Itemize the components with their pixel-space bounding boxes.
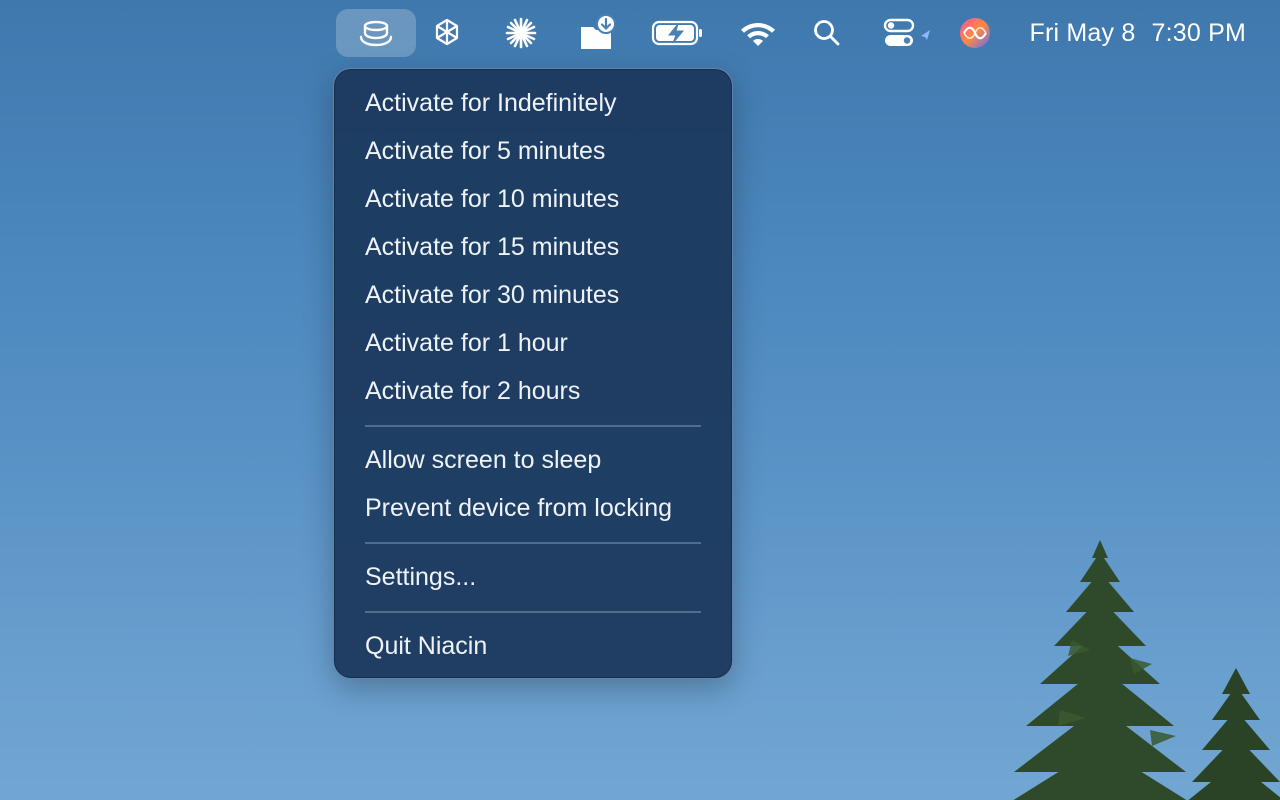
menu-item-activate-indefinitely[interactable]: Activate for Indefinitely: [334, 79, 732, 127]
menu-item-allow-screen-sleep[interactable]: Allow screen to sleep: [334, 436, 732, 484]
desktop-background: Fri May 8 7:30 PM Activate for Indefinite…: [0, 0, 1280, 800]
clock-time: 7:30 PM: [1151, 18, 1246, 47]
menu-item-activate-30-minutes[interactable]: Activate for 30 minutes: [334, 271, 732, 319]
menu-item-settings[interactable]: Settings...: [334, 553, 732, 601]
coffee-cup-icon[interactable]: [336, 9, 416, 57]
niacin-menu: Activate for Indefinitely Activate for 5…: [333, 68, 733, 679]
control-center-icon[interactable]: [882, 9, 934, 57]
menu-separator: [365, 542, 701, 544]
pine-trees-image: [1013, 540, 1280, 800]
menu-item-activate-1-hour[interactable]: Activate for 1 hour: [334, 319, 732, 367]
search-icon[interactable]: [807, 9, 847, 57]
menu-item-activate-10-minutes[interactable]: Activate for 10 minutes: [334, 175, 732, 223]
menu-bar: Fri May 8 7:30 PM: [0, 0, 1280, 66]
battery-charging-icon: [650, 9, 706, 57]
menu-item-activate-5-minutes[interactable]: Activate for 5 minutes: [334, 127, 732, 175]
menu-separator: [365, 611, 701, 613]
folder-download-icon[interactable]: [576, 9, 620, 57]
menu-item-prevent-device-locking[interactable]: Prevent device from locking: [334, 484, 732, 532]
openai-icon[interactable]: [424, 9, 470, 57]
siri-icon[interactable]: [955, 9, 995, 57]
wifi-icon[interactable]: [737, 9, 779, 57]
menu-item-quit[interactable]: Quit Niacin: [334, 622, 732, 670]
menu-item-activate-15-minutes[interactable]: Activate for 15 minutes: [334, 223, 732, 271]
menu-bar-clock[interactable]: Fri May 8 7:30 PM: [1030, 9, 1247, 57]
menu-separator: [365, 425, 701, 427]
clock-date: Fri May 8: [1029, 18, 1136, 47]
asterisk-burst-icon[interactable]: [498, 9, 544, 57]
menu-item-activate-2-hours[interactable]: Activate for 2 hours: [334, 367, 732, 415]
